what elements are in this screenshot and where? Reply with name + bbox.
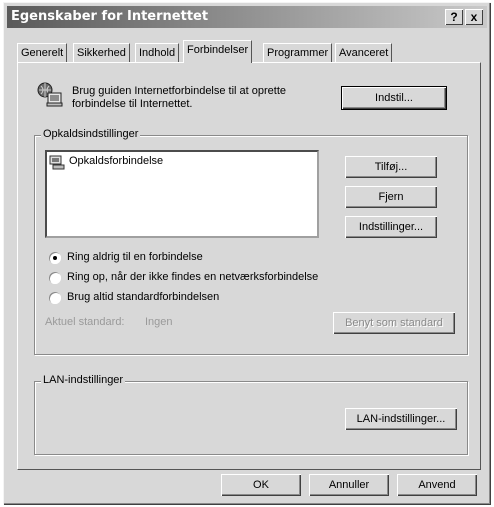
properties-dialog: Egenskaber for Internettet ? x Generelt … bbox=[3, 2, 491, 505]
radio-never-dial[interactable] bbox=[49, 252, 61, 264]
connections-panel: Brug guiden Internetforbindelse til at o… bbox=[17, 62, 481, 470]
radio-always-default[interactable] bbox=[49, 292, 61, 304]
set-default-button[interactable]: Benyt som standard bbox=[333, 312, 455, 334]
current-default-label: Aktuel standard: bbox=[45, 316, 125, 328]
settings-button[interactable]: Indstillinger... bbox=[345, 216, 437, 238]
lan-group-title: LAN-indstillinger bbox=[41, 374, 126, 386]
current-default-value: Ingen bbox=[145, 316, 173, 328]
dialup-group: Opkaldsindstillinger Opkaldsforbindelse … bbox=[34, 128, 468, 355]
tab-security[interactable]: Sikkerhed bbox=[73, 43, 130, 62]
connection-list[interactable]: Opkaldsforbindelse bbox=[45, 150, 319, 238]
title-bar[interactable]: Egenskaber for Internettet ? x bbox=[7, 6, 487, 28]
wizard-text-line2: forbindelse til Internettet. bbox=[72, 98, 193, 110]
add-button[interactable]: Tilføj... bbox=[345, 156, 437, 178]
setup-button[interactable]: Indstil... bbox=[342, 87, 446, 109]
tab-content[interactable]: Indhold bbox=[135, 43, 180, 62]
dialup-group-title: Opkaldsindstillinger bbox=[41, 128, 141, 140]
remove-button[interactable]: Fjern bbox=[345, 186, 437, 208]
dialup-connection-icon bbox=[49, 154, 65, 173]
close-button[interactable]: x bbox=[465, 9, 483, 25]
radio-dial-when-no-network[interactable] bbox=[49, 272, 61, 284]
tab-advanced[interactable]: Avanceret bbox=[335, 43, 393, 62]
ok-button[interactable]: OK bbox=[221, 474, 301, 496]
help-button[interactable]: ? bbox=[445, 9, 463, 25]
radio-never-dial-label[interactable]: Ring aldrig til en forbindelse bbox=[67, 251, 203, 263]
apply-button[interactable]: Anvend bbox=[397, 474, 477, 496]
tab-programs[interactable]: Programmer bbox=[263, 43, 333, 62]
lan-group: LAN-indstillinger LAN-indstillinger... bbox=[34, 374, 468, 455]
wizard-text-line1: Brug guiden Internetforbindelse til at o… bbox=[72, 85, 287, 97]
radio-dial-when-no-network-label[interactable]: Ring op, når der ikke findes en netværks… bbox=[67, 271, 318, 283]
connection-name: Opkaldsforbindelse bbox=[69, 155, 164, 167]
radio-always-default-label[interactable]: Brug altid standardforbindelsen bbox=[67, 291, 219, 303]
connection-wizard-icon bbox=[36, 81, 64, 109]
tab-general[interactable]: Generelt bbox=[17, 43, 68, 62]
tab-connections[interactable]: Forbindelser bbox=[183, 40, 253, 63]
window-title: Egenskaber for Internettet bbox=[11, 9, 209, 24]
cancel-button[interactable]: Annuller bbox=[309, 474, 389, 496]
lan-settings-button[interactable]: LAN-indstillinger... bbox=[345, 408, 457, 430]
